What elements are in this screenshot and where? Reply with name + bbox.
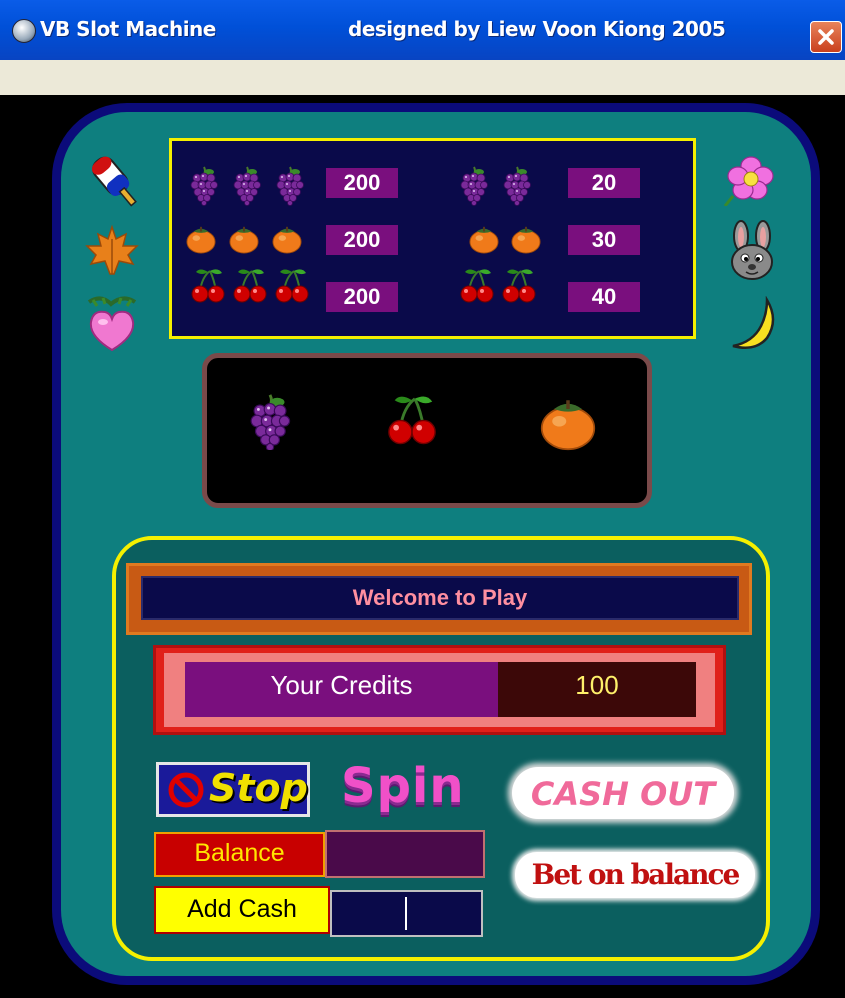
menu-bar: Help xyxy=(0,60,845,145)
credits-label: Your Credits xyxy=(185,662,498,717)
cherry-icon xyxy=(190,266,226,304)
grapes-icon xyxy=(275,164,305,206)
grapes-icon xyxy=(189,164,219,206)
add-cash-label: Add Cash xyxy=(154,886,330,934)
pay-value-grapes-3: 200 xyxy=(326,168,398,198)
cherry-icon xyxy=(274,266,310,304)
window-title: VB Slot Machine xyxy=(40,17,216,41)
pay-value-cherry-2: 40 xyxy=(568,282,640,312)
orange-icon xyxy=(271,224,303,254)
grapes-icon xyxy=(502,164,532,206)
pay-value-grapes-2: 20 xyxy=(568,168,640,198)
orange-icon xyxy=(538,395,598,451)
stop-label: Stop xyxy=(209,766,308,810)
close-button[interactable] xyxy=(810,21,842,53)
bet-on-balance-button[interactable]: Bet on balance xyxy=(515,852,755,898)
menu-item-help[interactable]: Help xyxy=(12,126,47,146)
grapes-icon xyxy=(232,164,262,206)
credits-value: 100 xyxy=(498,662,696,717)
cash-out-button[interactable]: CASH OUT xyxy=(512,767,734,819)
orange-icon xyxy=(185,224,217,254)
slot-machine-icon xyxy=(12,19,36,43)
balance-value xyxy=(325,830,485,878)
moon-icon xyxy=(732,296,775,349)
status-message: Welcome to Play xyxy=(141,576,739,620)
orange-icon xyxy=(468,224,500,254)
text-caret xyxy=(405,897,407,930)
spin-button[interactable]: Spin xyxy=(338,756,480,822)
rabbit-icon xyxy=(731,220,773,280)
heart-icon xyxy=(87,296,137,352)
pay-value-orange-3: 200 xyxy=(326,225,398,255)
cherry-icon xyxy=(386,392,438,446)
stop-button[interactable]: Stop xyxy=(156,762,310,817)
title-bar[interactable]: VB Slot Machine designed by Liew Voon Ki… xyxy=(0,0,845,60)
grapes-icon xyxy=(459,164,489,206)
maple-leaf-icon xyxy=(85,224,139,275)
balance-label: Balance xyxy=(154,832,325,877)
close-icon xyxy=(818,29,834,45)
bet-on-balance-label: Bet on balance xyxy=(531,858,741,891)
grapes-icon xyxy=(248,392,292,450)
flower-icon xyxy=(723,156,774,206)
cherry-icon xyxy=(501,266,537,304)
prohibited-icon xyxy=(168,772,204,808)
pay-value-cherry-3: 200 xyxy=(326,282,398,312)
cash-out-label: CASH OUT xyxy=(530,775,716,813)
orange-icon xyxy=(510,224,542,254)
spin-label: Spin xyxy=(341,758,465,814)
popsicle-icon xyxy=(91,156,137,207)
pay-value-orange-2: 30 xyxy=(568,225,640,255)
cherry-icon xyxy=(459,266,495,304)
cherry-icon xyxy=(232,266,268,304)
window-subtitle: designed by Liew Voon Kiong 2005 xyxy=(348,17,726,41)
orange-icon xyxy=(228,224,260,254)
